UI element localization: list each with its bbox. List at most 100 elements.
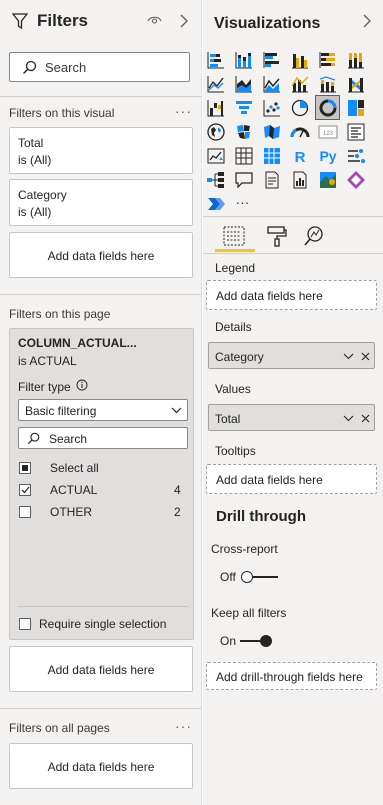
filter-funnel-icon [11,13,29,33]
search-placeholder: Search [45,60,87,75]
line-chart-icon[interactable] [206,74,226,94]
legend-well[interactable]: Add data fields here [206,280,377,310]
scatter-chart-icon[interactable] [262,98,282,118]
more-visuals-icon[interactable]: ... [236,192,250,207]
unchecked-checkbox[interactable] [19,506,31,518]
filter-item-label: OTHER [50,505,92,519]
legend-label: Legend [215,261,256,275]
chevron-down-icon[interactable] [343,415,354,422]
toggle-state-label: On [220,634,237,648]
filter-item-actual[interactable]: ACTUAL 4 [18,482,188,500]
line-and-stacked-column-chart-icon[interactable] [318,74,338,94]
checked-checkbox[interactable] [19,484,31,496]
toggle-knob [260,635,272,647]
power-automate-icon[interactable] [206,194,226,214]
filters-search-input[interactable]: Search [9,52,190,82]
paginated-report-icon[interactable] [290,170,310,190]
filter-card-name: Category [18,188,67,202]
divider [0,96,202,97]
analytics-magnifier-icon [304,226,323,246]
table-icon[interactable] [262,146,282,166]
filled-map-icon[interactable] [234,122,254,142]
collapse-viz-chevron-icon[interactable] [363,14,371,31]
drill-through-well[interactable]: Add drill-through fields here [206,662,377,690]
filters-title: Filters [37,11,89,30]
page-add-fields-well[interactable]: Add data fields here [9,646,193,692]
clustered-column-chart-icon[interactable] [290,50,310,70]
more-options-icon[interactable]: ··· [175,718,192,734]
line-and-column-chart-icon[interactable] [290,74,310,94]
tooltips-well[interactable]: Add data fields here [206,464,377,494]
divider [203,253,383,254]
values-field-pill[interactable]: Total [208,404,375,431]
info-icon[interactable] [76,379,88,394]
eye-icon[interactable] [147,14,162,29]
search-icon [27,432,40,445]
key-influencers-icon[interactable] [346,146,366,166]
close-icon[interactable] [361,352,370,361]
page-filters-label: Filters on this page [9,307,111,321]
clustered-bar-chart-icon[interactable] [262,50,282,70]
add-fields-label: Add data fields here [47,760,155,774]
100-stacked-column-chart-icon[interactable] [346,50,366,70]
shape-map-icon[interactable] [262,122,282,142]
funnel-chart-icon[interactable] [234,98,254,118]
filter-values-search-input[interactable]: Search [18,427,188,449]
filter-card-column-actual[interactable]: COLUMN_ACTUAL... is ACTUAL Filter type B… [9,328,194,640]
card-icon[interactable]: 123 [318,122,338,142]
100-stacked-bar-chart-icon[interactable] [318,50,338,70]
keep-filters-toggle[interactable]: On [220,632,280,650]
area-chart-icon[interactable] [234,74,254,94]
arcgis-map-icon[interactable] [318,170,338,190]
chevron-down-icon[interactable] [343,353,354,360]
add-fields-label: Add data fields here [47,249,155,263]
svg-text:R: R [295,149,306,166]
stacked-area-chart-icon[interactable] [262,74,282,94]
cross-report-toggle[interactable]: Off [220,568,280,586]
decomposition-tree-icon[interactable] [206,170,226,190]
close-icon[interactable] [361,414,370,423]
details-field-pill[interactable]: Category [208,342,375,369]
filter-item-other[interactable]: OTHER 2 [18,504,188,522]
smart-narrative-icon[interactable] [262,170,282,190]
slicer-icon[interactable] [234,146,254,166]
donut-chart-selected[interactable] [315,95,340,120]
visualizations-pane: Visualizations 123 R Py ... Legend Add d… [203,0,383,805]
waterfall-chart-icon[interactable] [206,98,226,118]
filter-type-dropdown[interactable]: Basic filtering [18,399,188,421]
filters-pane: Filters Search Filters on this visual ··… [0,0,202,805]
kpi-icon[interactable] [206,146,226,166]
gauge-icon[interactable] [290,122,310,142]
drill-through-title: Drill through [216,508,306,525]
tab-analytics[interactable] [300,222,330,252]
multi-row-card-icon[interactable] [346,122,366,142]
stacked-bar-chart-icon[interactable] [206,50,226,70]
q-and-a-icon[interactable] [234,170,254,190]
partial-checkbox[interactable] [19,462,31,474]
treemap-icon[interactable] [346,98,366,118]
filter-card-total[interactable]: Total is (All) [9,127,193,174]
matrix-icon[interactable]: R [290,146,310,166]
filter-card-value: is (All) [18,205,52,219]
toggle-state-label: Off [220,570,236,584]
paint-roller-icon [267,226,287,247]
map-icon[interactable] [206,122,226,142]
require-single-selection[interactable]: Require single selection [18,616,188,634]
tab-format[interactable] [263,222,293,252]
field-name: Total [215,412,241,426]
filter-item-select-all[interactable]: Select all [18,460,188,478]
visual-add-fields-well[interactable]: Add data fields here [9,232,193,278]
python-visual-icon[interactable]: Py [316,146,340,166]
pie-chart-icon[interactable] [290,98,310,118]
tooltips-label: Tooltips [215,444,256,458]
collapse-filters-chevron-icon[interactable] [180,14,188,31]
stacked-column-chart-icon[interactable] [234,50,254,70]
values-label: Values [215,382,251,396]
unchecked-checkbox[interactable] [19,618,31,630]
tab-fields[interactable] [215,222,255,252]
more-options-icon[interactable]: ··· [175,103,192,119]
power-apps-icon[interactable] [346,170,366,190]
ribbon-chart-icon[interactable] [346,74,366,94]
all-pages-add-fields-well[interactable]: Add data fields here [9,743,193,789]
filter-card-category[interactable]: Category is (All) [9,179,193,226]
